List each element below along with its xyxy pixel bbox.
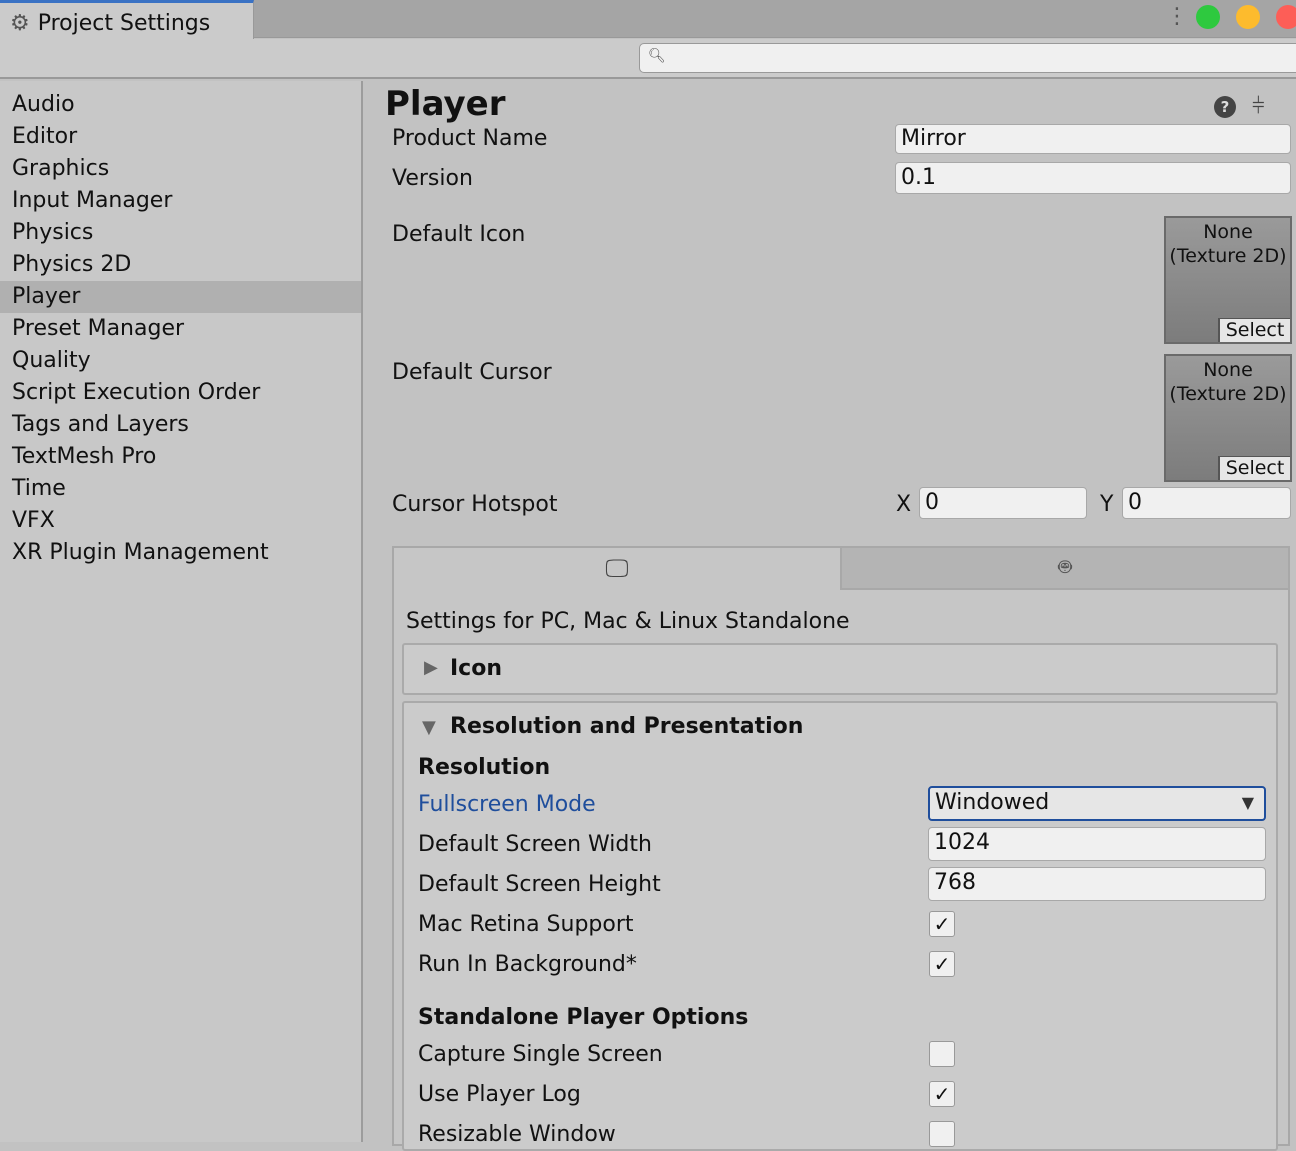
version-label: Version [392,166,473,191]
sidebar-item-audio[interactable]: Audio [0,89,361,121]
cursor-hotspot-label: Cursor Hotspot [392,492,558,517]
sidebar-item-script-execution-order[interactable]: Script Execution Order [0,377,361,409]
resizable-checkbox[interactable] [929,1121,955,1147]
sidebar-item-vfx[interactable]: VFX [0,505,361,537]
maximize-button[interactable] [1196,5,1220,29]
capture-checkbox[interactable] [929,1041,955,1067]
minimize-button[interactable] [1236,5,1260,29]
sidebar: Audio Editor Graphics Input Manager Physics P… [0,81,363,1142]
default-cursor-field[interactable]: None (Texture 2D) Select [1164,354,1292,482]
tab-standalone[interactable]: 🖵 [394,548,840,590]
retina-checkbox[interactable]: ✓ [929,911,955,937]
select-button[interactable]: Select [1218,318,1290,342]
hotspot-x-input[interactable]: 0 [919,487,1087,519]
resolution-header: Resolution [418,755,551,780]
object-none-text: None [1203,221,1253,243]
sidebar-item-player[interactable]: Player [0,281,361,313]
search-input[interactable]: 🔍︎ [639,43,1296,73]
sidebar-item-xr-plugin-management[interactable]: XR Plugin Management [0,537,361,569]
product-name-input[interactable]: Mirror [895,124,1291,154]
version-input[interactable]: 0.1 [895,162,1291,194]
settings-for-label: Settings for PC, Mac & Linux Standalone [406,609,850,634]
preset-icon[interactable]: ⫩ [1252,94,1265,119]
hotspot-y-input[interactable]: 0 [1122,487,1291,519]
desktop-icon: 🖵 [605,554,629,582]
object-type-text: (Texture 2D) [1169,245,1287,267]
more-options-icon[interactable]: ⋮ [1166,4,1188,29]
run-background-checkbox[interactable]: ✓ [929,951,955,977]
default-icon-label: Default Icon [392,222,526,247]
object-none-text: None [1203,359,1253,381]
sidebar-item-physics[interactable]: Physics [0,217,361,249]
sidebar-item-quality[interactable]: Quality [0,345,361,377]
player-log-label: Use Player Log [418,1082,581,1107]
toolbar: 🔍︎ [0,39,1296,79]
page-title: Player [385,84,506,124]
icon-foldout[interactable]: ▶ Icon [402,643,1278,695]
sidebar-item-preset-manager[interactable]: Preset Manager [0,313,361,345]
run-background-label: Run In Background* [418,952,637,977]
fullscreen-mode-label: Fullscreen Mode [418,792,596,817]
retina-label: Mac Retina Support [418,912,634,937]
icon-section-title: Icon [450,656,503,681]
screen-height-input[interactable]: 768 [928,867,1266,901]
tab-project-settings[interactable]: ⚙ Project Settings [0,0,254,39]
tab-title: Project Settings [37,10,211,36]
sidebar-item-editor[interactable]: Editor [0,121,361,153]
sidebar-item-textmesh-pro[interactable]: TextMesh Pro [0,441,361,473]
default-cursor-label: Default Cursor [392,360,552,385]
resizable-label: Resizable Window [418,1122,616,1147]
screen-height-label: Default Screen Height [418,872,661,897]
player-log-checkbox[interactable]: ✓ [929,1081,955,1107]
search-icon: 🔍︎ [648,48,666,64]
fullscreen-mode-dropdown[interactable]: Windowed ▼ [928,786,1266,821]
tab-android[interactable]: 🤖︎ [840,548,1288,590]
sidebar-item-physics-2d[interactable]: Physics 2D [0,249,361,281]
resolution-section-title[interactable]: Resolution and Presentation [450,713,803,741]
help-icon[interactable]: ? [1214,96,1236,118]
object-type-text: (Texture 2D) [1169,383,1287,405]
capture-label: Capture Single Screen [418,1042,663,1067]
gear-icon: ⚙ [10,10,30,36]
screen-width-input[interactable]: 1024 [928,827,1266,861]
default-icon-field[interactable]: None (Texture 2D) Select [1164,216,1292,344]
android-icon: 🤖︎ [1058,555,1072,580]
product-name-label: Product Name [392,126,548,151]
dropdown-value: Windowed [935,790,1050,815]
tab-bar: ⚙ Project Settings ⋮ [0,0,1296,39]
triangle-right-icon: ▶ [424,657,438,678]
sidebar-item-time[interactable]: Time [0,473,361,505]
triangle-down-icon[interactable]: ▼ [422,717,436,738]
screen-width-label: Default Screen Width [418,832,652,857]
chevron-down-icon: ▼ [1241,793,1254,812]
sidebar-item-tags-and-layers[interactable]: Tags and Layers [0,409,361,441]
select-button[interactable]: Select [1218,456,1290,480]
close-button[interactable] [1276,5,1296,29]
sidebar-item-graphics[interactable]: Graphics [0,153,361,185]
standalone-header: Standalone Player Options [418,1005,749,1030]
y-label: Y [1100,492,1114,517]
x-label: X [896,492,912,517]
sidebar-item-input-manager[interactable]: Input Manager [0,185,361,217]
